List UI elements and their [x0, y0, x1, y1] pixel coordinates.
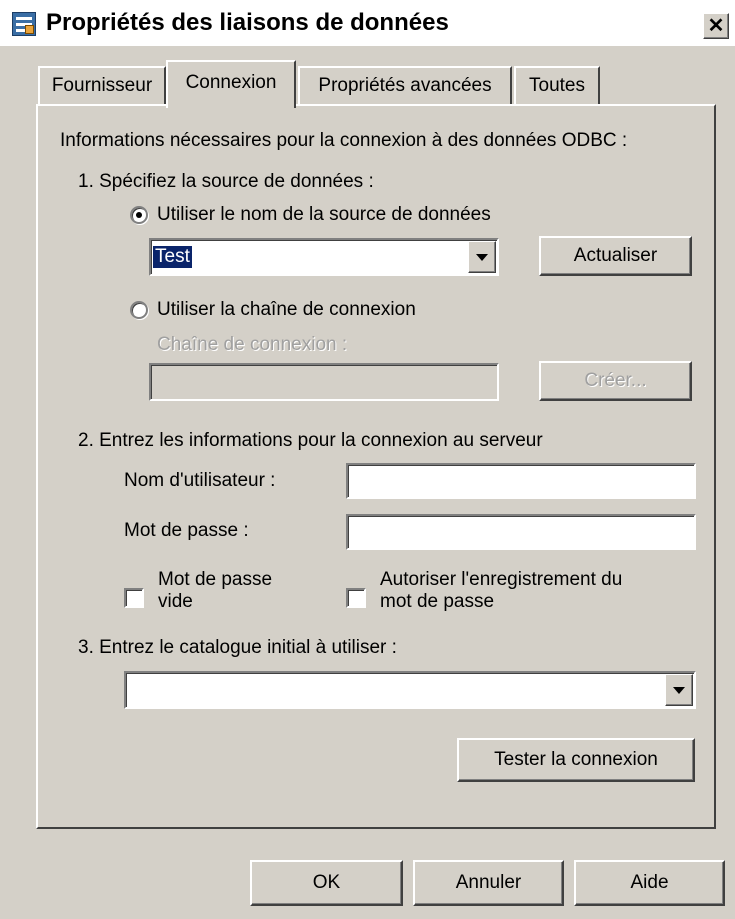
username-input[interactable] — [346, 463, 696, 499]
connstring-field-label: Chaîne de connexion : — [157, 334, 348, 355]
catalog-combobox[interactable] — [124, 671, 696, 709]
step2-label: 2. Entrez les informations pour la conne… — [78, 430, 543, 451]
allow-saving-label[interactable]: Autoriser l'enregistrement du mot de pas… — [380, 569, 622, 613]
dsn-combobox[interactable]: Test — [149, 238, 499, 276]
ok-button[interactable]: OK — [250, 860, 403, 906]
connstring-radio-label[interactable]: Utiliser la chaîne de connexion — [157, 299, 416, 321]
dropdown-arrow-icon[interactable] — [468, 241, 496, 273]
dsn-value: Test — [153, 246, 192, 268]
radio-selected-dot — [136, 212, 142, 218]
help-button[interactable]: Aide — [574, 860, 725, 906]
allow-saving-line1: Autoriser l'enregistrement du — [380, 569, 623, 590]
dsn-radio-label[interactable]: Utiliser le nom de la source de données — [157, 204, 491, 226]
cancel-button[interactable]: Annuler — [413, 860, 564, 906]
password-label: Mot de passe : — [124, 520, 249, 541]
password-input[interactable] — [346, 514, 696, 550]
intro-text: Informations nécessaires pour la connexi… — [60, 130, 628, 151]
step3-label: 3. Entrez le catalogue initial à utilise… — [78, 637, 397, 658]
refresh-button[interactable]: Actualiser — [539, 236, 692, 276]
test-connection-button[interactable]: Tester la connexion — [457, 738, 695, 782]
dsn-radio[interactable] — [130, 206, 148, 224]
username-label: Nom d'utilisateur : — [124, 470, 276, 491]
allow-saving-line2: mot de passe — [380, 591, 495, 612]
dropdown-arrow-icon[interactable] — [665, 674, 693, 706]
blank-password-line1: Mot de passe — [158, 569, 273, 590]
step1-label: 1. Spécifiez la source de données : — [78, 171, 374, 192]
connstring-radio[interactable] — [130, 301, 148, 319]
build-button: Créer... — [539, 361, 692, 401]
allow-saving-checkbox[interactable] — [346, 588, 366, 608]
blank-password-line2: vide — [158, 591, 193, 612]
blank-password-checkbox[interactable] — [124, 588, 144, 608]
connstring-input — [149, 363, 499, 401]
blank-password-label[interactable]: Mot de passe vide — [158, 569, 272, 613]
